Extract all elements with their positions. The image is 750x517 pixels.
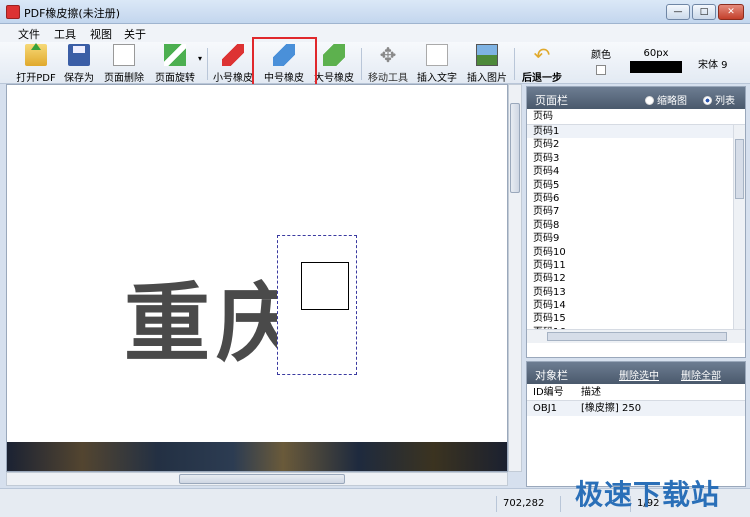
page-list-item[interactable]: 页码3 bbox=[527, 152, 745, 165]
page-panel-header: 页面栏 缩略图 列表 bbox=[527, 87, 745, 109]
object-panel-header: 对象栏 删除选中 删除全部 bbox=[527, 362, 745, 384]
watermark-logo: 极速下载站 bbox=[575, 478, 721, 511]
title-bar: PDF橡皮擦(未注册) — □ ✕ bbox=[0, 0, 750, 24]
scrollbar-thumb[interactable] bbox=[179, 474, 345, 484]
page-list-item[interactable]: 页码14 bbox=[527, 299, 745, 312]
insert-text-button[interactable]: 插入文字 bbox=[414, 44, 460, 84]
page-list-item[interactable]: 页码7 bbox=[527, 205, 745, 218]
eraser-selection-box[interactable] bbox=[277, 235, 357, 375]
color-swatch[interactable] bbox=[596, 65, 606, 75]
object-id: OBJ1 bbox=[533, 403, 558, 414]
undo-icon: ↶ bbox=[533, 43, 551, 67]
page-list-item[interactable]: 页码5 bbox=[527, 179, 745, 192]
eraser-large-icon bbox=[323, 44, 345, 66]
delete-page-icon bbox=[113, 44, 135, 66]
object-desc: [橡皮擦] 250 bbox=[581, 403, 642, 414]
column-desc[interactable]: 描述 bbox=[581, 384, 601, 401]
close-button[interactable]: ✕ bbox=[718, 4, 744, 20]
scrollbar-thumb[interactable] bbox=[735, 139, 744, 199]
delete-all-link[interactable]: 删除全部 bbox=[681, 367, 721, 382]
page-list-item[interactable]: 页码1 bbox=[527, 125, 745, 139]
open-pdf-button[interactable]: 打开PDF bbox=[14, 43, 58, 84]
object-panel: 对象栏 删除选中 删除全部 ID编号 描述 OBJ1 [橡皮擦] 250 bbox=[526, 361, 746, 487]
size-label: 60px bbox=[643, 48, 669, 59]
toolbar-separator bbox=[514, 48, 515, 80]
app-icon bbox=[6, 5, 20, 19]
page-list-item[interactable]: 页码4 bbox=[527, 165, 745, 178]
page-panel: 页面栏 缩略图 列表 页码 页码1 页码2 页码3 页码4 页码5 页码6 页码7 页码8 页码… bbox=[526, 86, 746, 358]
menu-bar: 文件 工具 视图 关于 bbox=[0, 24, 750, 42]
delete-selected-link[interactable]: 删除选中 bbox=[619, 367, 659, 382]
status-coords: 702,282 bbox=[496, 496, 556, 512]
object-panel-title: 对象栏 bbox=[535, 369, 568, 382]
menu-about[interactable]: 关于 bbox=[124, 26, 146, 42]
font-selector[interactable]: 宋体 9 bbox=[698, 56, 728, 71]
save-as-button[interactable]: 保存为 bbox=[60, 44, 98, 84]
color-label: 颜色 bbox=[591, 50, 611, 61]
page-column-header[interactable]: 页码 bbox=[527, 109, 745, 125]
scrollbar-thumb[interactable] bbox=[547, 332, 727, 341]
page-list-item[interactable]: 页码10 bbox=[527, 246, 745, 259]
insert-text-icon bbox=[426, 44, 448, 66]
page-panel-title: 页面栏 bbox=[535, 94, 568, 107]
folder-open-icon bbox=[25, 43, 47, 66]
menu-tools[interactable]: 工具 bbox=[54, 26, 76, 42]
page-list-item[interactable]: 页码11 bbox=[527, 259, 745, 272]
eraser-size-control[interactable]: 60px bbox=[630, 48, 682, 73]
rotate-page-button[interactable]: 页面旋转 bbox=[150, 44, 200, 84]
maximize-button[interactable]: □ bbox=[692, 4, 716, 20]
color-picker[interactable]: 颜色 bbox=[588, 46, 614, 75]
toolbar-separator bbox=[207, 48, 208, 80]
eraser-small-button[interactable]: 小号橡皮 bbox=[211, 44, 255, 84]
page-list-item[interactable]: 页码6 bbox=[527, 192, 745, 205]
page-list-item[interactable]: 页码8 bbox=[527, 219, 745, 232]
page-photo bbox=[7, 442, 507, 471]
page-list-item[interactable]: 页码13 bbox=[527, 286, 745, 299]
page-list-item[interactable]: 页码2 bbox=[527, 138, 745, 151]
page-list-item[interactable]: 页码9 bbox=[527, 232, 745, 245]
insert-image-icon bbox=[476, 44, 498, 66]
object-column-header: ID编号 描述 bbox=[527, 384, 745, 401]
rotate-dropdown-arrow-icon[interactable]: ▾ bbox=[198, 54, 202, 63]
column-id[interactable]: ID编号 bbox=[533, 384, 564, 401]
delete-page-button[interactable]: 页面删除 bbox=[100, 44, 148, 84]
page-list: 页码1 页码2 页码3 页码4 页码5 页码6 页码7 页码8 页码9 页码10 页码11 页码12 页… bbox=[527, 125, 745, 343]
eraser-small-icon bbox=[222, 44, 244, 66]
save-icon bbox=[68, 44, 90, 66]
page-list-item[interactable]: 页码15 bbox=[527, 312, 745, 325]
canvas-vertical-scrollbar[interactable] bbox=[508, 84, 522, 472]
eraser-large-button[interactable]: 大号橡皮 bbox=[312, 44, 356, 84]
minimize-button[interactable]: — bbox=[666, 4, 690, 20]
undo-button[interactable]: ↶ 后退一步 bbox=[518, 44, 566, 84]
eraser-cursor-box bbox=[301, 262, 349, 310]
page-list-item[interactable]: 页码12 bbox=[527, 272, 745, 285]
page-list-horizontal-scrollbar[interactable] bbox=[527, 329, 745, 343]
rotate-icon bbox=[164, 44, 186, 66]
move-tool-button[interactable]: ✥ 移动工具 bbox=[365, 44, 411, 84]
canvas-horizontal-scrollbar[interactable] bbox=[6, 472, 508, 486]
window-title: PDF橡皮擦(未注册) bbox=[24, 7, 121, 20]
insert-image-button[interactable]: 插入图片 bbox=[464, 44, 510, 84]
view-thumbnail-radio[interactable]: 缩略图 bbox=[645, 92, 687, 107]
pdf-canvas[interactable]: 重庆 bbox=[6, 84, 508, 472]
toolbar-separator bbox=[361, 48, 362, 80]
size-preview-bar bbox=[630, 61, 682, 73]
page-list-vertical-scrollbar[interactable] bbox=[733, 125, 745, 343]
radio-icon bbox=[645, 96, 654, 105]
scrollbar-thumb[interactable] bbox=[510, 103, 520, 193]
object-row[interactable]: OBJ1 [橡皮擦] 250 bbox=[527, 401, 745, 416]
radio-checked-icon bbox=[703, 96, 712, 105]
move-icon: ✥ bbox=[379, 43, 397, 67]
menu-view[interactable]: 视图 bbox=[90, 26, 112, 42]
view-list-radio[interactable]: 列表 bbox=[703, 92, 735, 107]
